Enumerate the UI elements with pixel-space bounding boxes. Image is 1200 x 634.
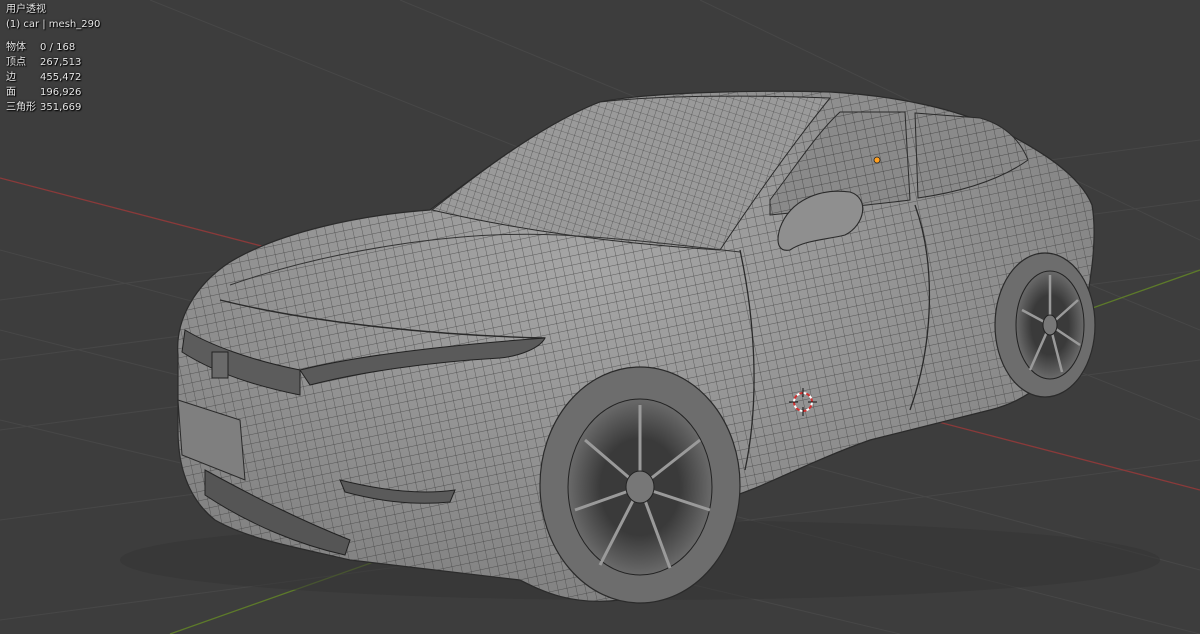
viewport-scene[interactable] (0, 0, 1200, 634)
object-origin-icon (873, 156, 881, 164)
stat-label: 边 (6, 72, 16, 83)
stat-value: 455,472 (40, 72, 82, 83)
stat-label: 三角形 (6, 102, 36, 113)
stat-row-edges: 边 455,472 (6, 70, 100, 85)
stat-value: 351,669 (40, 102, 82, 113)
brand-logo (211, 351, 229, 379)
object-info: (1) car | mesh_290 (6, 19, 101, 30)
stat-row-vertices: 顶点 267,513 (6, 55, 100, 70)
scene-statistics: 物体 0 / 168 顶点 267,513 边 455,472 面 196,92… (6, 40, 100, 115)
car-mesh[interactable] (120, 90, 1160, 604)
stat-row-triangles: 三角形 351,669 (6, 100, 100, 115)
stat-value: 0 / 168 (40, 42, 76, 53)
viewport-text-overlay: 用户透视 (1) car | mesh_290 物体 0 / 168 顶点 26… (6, 2, 100, 115)
stat-value: 196,926 (40, 87, 82, 98)
stat-label: 顶点 (6, 57, 26, 68)
stat-label: 物体 (6, 42, 26, 53)
front-wheel (539, 366, 741, 604)
rear-wheel (994, 252, 1096, 398)
stat-row-faces: 面 196,926 (6, 85, 100, 100)
view-name: 用户透视 (6, 4, 46, 15)
stat-label: 面 (6, 87, 16, 98)
3d-viewport[interactable]: 用户透视 (1) car | mesh_290 物体 0 / 168 顶点 26… (0, 0, 1200, 634)
stat-row-objects: 物体 0 / 168 (6, 40, 100, 55)
stat-value: 267,513 (40, 57, 82, 68)
